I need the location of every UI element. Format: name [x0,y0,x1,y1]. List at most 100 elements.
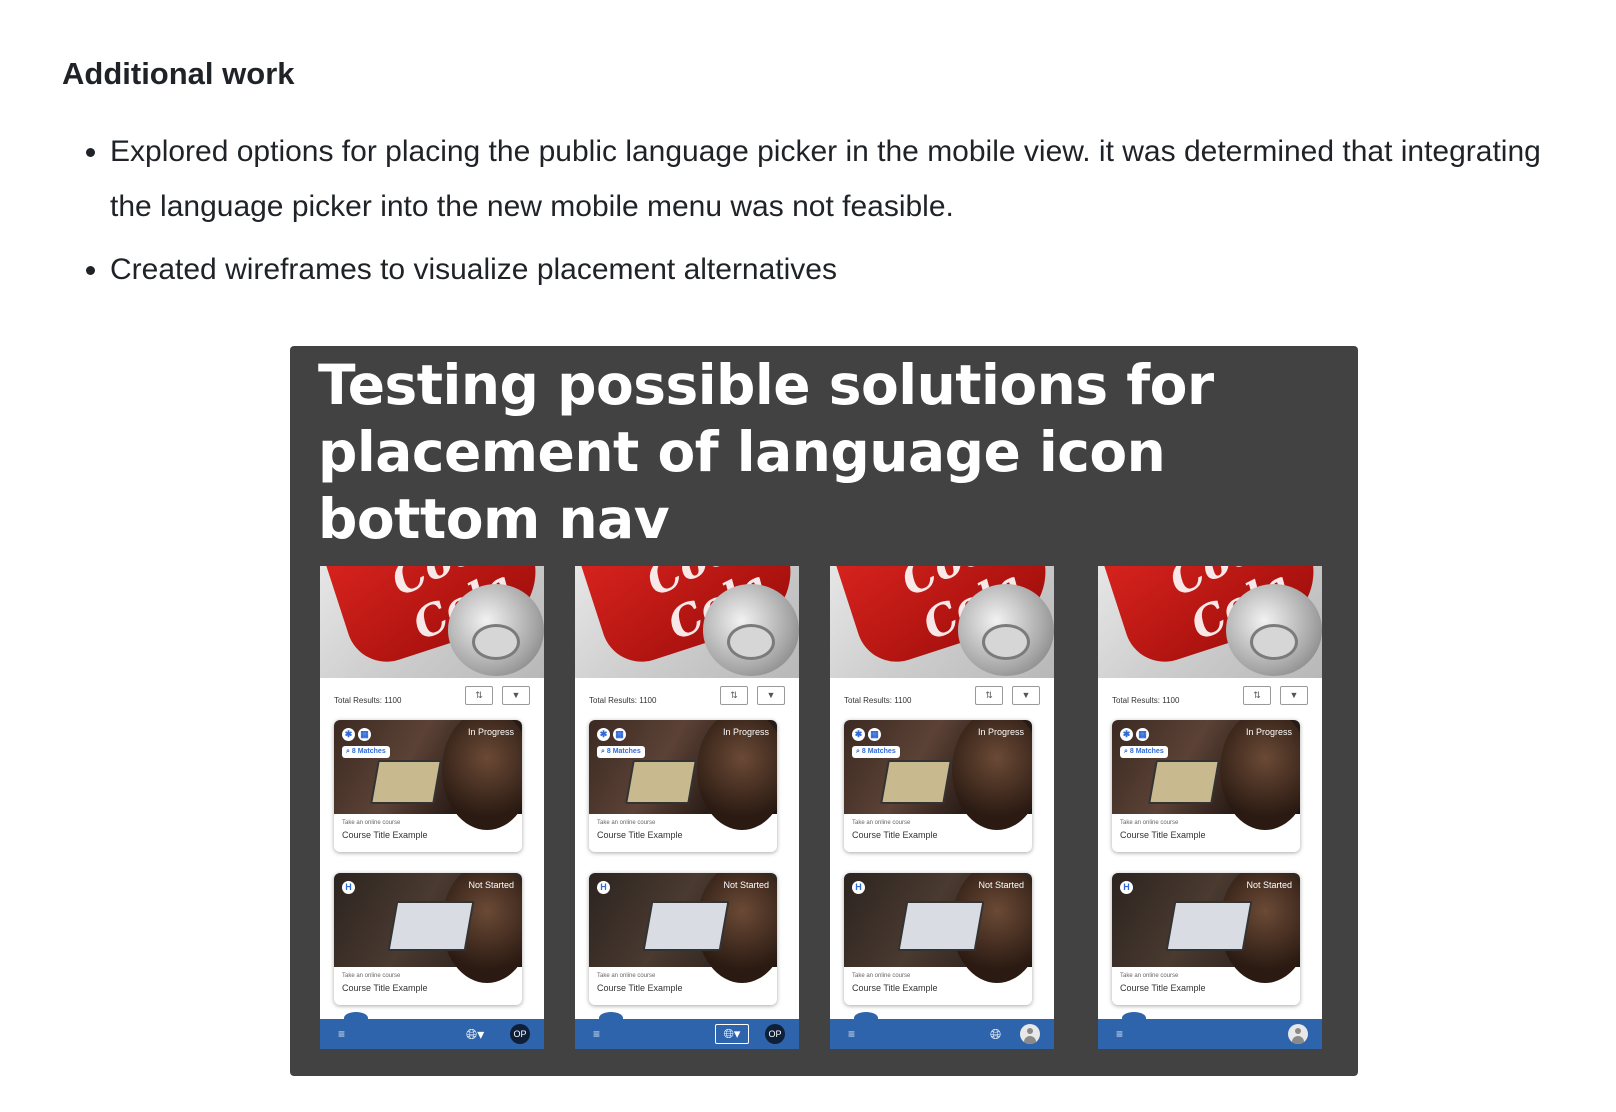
course-card[interactable]: ✱ ▦ ⌕ 8 Matches In Progress Take an onli… [844,720,1032,852]
card-title: Course Title Example [852,983,938,993]
card-subtitle: Take an online course [597,820,656,826]
calendar-icon: ▦ [868,728,881,741]
status-label: Not Started [978,880,1024,890]
course-card[interactable]: H Not Started Take an online course Cour… [844,873,1032,1005]
course-card[interactable]: ✱ ▦ ⌕ 8 Matches In Progress Take an onli… [1112,720,1300,852]
avatar[interactable]: OP [510,1024,530,1044]
results-bar: Total Results: 1100 ⇅ ▼ [830,678,1054,714]
results-bar: Total Results: 1100 ⇅ ▼ [575,678,799,714]
nav-notch [1122,1012,1146,1024]
section-heading: Additional work [62,56,295,91]
figure-title: Testing possible solutions for placement… [318,353,1214,551]
card-title: Course Title Example [342,983,428,993]
status-label: In Progress [977,727,1024,737]
globe-icon[interactable]: 🌐︎▾ [466,1026,484,1042]
hero-image: Coca-Cola [575,566,799,678]
can-tab-graphic [982,624,1030,660]
calendar-icon: ▦ [358,728,371,741]
hybrid-icon: H [1120,881,1133,894]
status-label: In Progress [1245,727,1292,737]
can-tab-graphic [727,624,775,660]
bullet-item: Created wireframes to visualize placemen… [110,242,1590,297]
hamburger-menu-icon[interactable]: ≡ [1116,1027,1123,1041]
can-tab-graphic [472,624,520,660]
total-results: Total Results: 1100 [334,696,402,705]
filter-button[interactable]: ▼ [1012,686,1040,705]
wireframe-figure: Testing possible solutions for placement… [290,346,1358,1076]
matches-badge[interactable]: ⌕ 8 Matches [597,746,645,758]
bullet-list: Explored options for placing the public … [62,124,1590,305]
filter-button[interactable]: ▼ [502,686,530,705]
user-avatar-icon[interactable] [1288,1024,1308,1044]
nav-notch [344,1012,368,1024]
hamburger-menu-icon[interactable]: ≡ [848,1027,855,1041]
bottom-nav: ≡ 🌐︎▾ OP [320,1012,544,1049]
avatar[interactable]: OP [765,1024,785,1044]
hero-image: Coca-Cola [830,566,1054,678]
nav-notch [599,1012,623,1024]
course-card[interactable]: ✱ ▦ ⌕ 8 Matches In Progress Take an onli… [589,720,777,852]
card-subtitle: Take an online course [1120,820,1179,826]
phone-mockup-2: Coca-Cola Total Results: 1100 ⇅ ▼ ✱ ▦ ⌕ … [575,566,799,1049]
card-title: Course Title Example [342,830,428,840]
card-title: Course Title Example [597,830,683,840]
matches-badge[interactable]: ⌕ 8 Matches [1120,746,1168,758]
card-subtitle: Take an online course [597,973,656,979]
course-card[interactable]: H Not Started Take an online course Cour… [334,873,522,1005]
sort-button[interactable]: ⇅ [1243,686,1271,705]
card-subtitle: Take an online course [342,820,401,826]
total-results: Total Results: 1100 [844,696,912,705]
can-tab-graphic [1250,624,1298,660]
card-title: Course Title Example [1120,983,1206,993]
bullet-item: Explored options for placing the public … [110,124,1590,234]
phone-mockup-3: Coca-Cola Total Results: 1100 ⇅ ▼ ✱ ▦ ⌕ … [830,566,1054,1049]
hybrid-icon: H [597,881,610,894]
matches-badge[interactable]: ⌕ 8 Matches [342,746,390,758]
nav-notch [854,1012,878,1024]
asterisk-icon: ✱ [597,728,610,741]
globe-dropdown-icon[interactable]: 🌐︎▾ [715,1024,749,1044]
sort-button[interactable]: ⇅ [465,686,493,705]
asterisk-icon: ✱ [342,728,355,741]
hero-image: Coca-Cola [1098,566,1322,678]
hamburger-menu-icon[interactable]: ≡ [338,1027,345,1041]
asterisk-icon: ✱ [1120,728,1133,741]
card-subtitle: Take an online course [852,973,911,979]
card-subtitle: Take an online course [852,820,911,826]
status-label: In Progress [467,727,514,737]
filter-button[interactable]: ▼ [757,686,785,705]
calendar-icon: ▦ [613,728,626,741]
results-bar: Total Results: 1100 ⇅ ▼ [320,678,544,714]
card-title: Course Title Example [852,830,938,840]
hybrid-icon: H [852,881,865,894]
results-bar: Total Results: 1100 ⇅ ▼ [1098,678,1322,714]
total-results: Total Results: 1100 [589,696,657,705]
status-label: Not Started [468,880,514,890]
course-card[interactable]: ✱ ▦ ⌕ 8 Matches In Progress Take an onli… [334,720,522,852]
hero-image: Coca-Cola [320,566,544,678]
total-results: Total Results: 1100 [1112,696,1180,705]
card-title: Course Title Example [1120,830,1206,840]
user-avatar-icon[interactable] [1020,1024,1040,1044]
sort-button[interactable]: ⇅ [720,686,748,705]
bottom-nav: ≡ 🌐︎▾ OP [575,1012,799,1049]
phone-mockup-4: Coca-Cola Total Results: 1100 ⇅ ▼ ✱ ▦ ⌕ … [1098,566,1322,1049]
card-title: Course Title Example [597,983,683,993]
bottom-nav: ≡ 🌐︎ [830,1012,1054,1049]
calendar-icon: ▦ [1136,728,1149,741]
card-subtitle: Take an online course [342,973,401,979]
asterisk-icon: ✱ [852,728,865,741]
bottom-nav: ≡ [1098,1012,1322,1049]
filter-button[interactable]: ▼ [1280,686,1308,705]
status-label: In Progress [722,727,769,737]
course-card[interactable]: H Not Started Take an online course Cour… [1112,873,1300,1005]
status-label: Not Started [1246,880,1292,890]
hybrid-icon: H [342,881,355,894]
course-card[interactable]: H Not Started Take an online course Cour… [589,873,777,1005]
sort-button[interactable]: ⇅ [975,686,1003,705]
matches-badge[interactable]: ⌕ 8 Matches [852,746,900,758]
card-subtitle: Take an online course [1120,973,1179,979]
hamburger-menu-icon[interactable]: ≡ [593,1027,600,1041]
globe-icon[interactable]: 🌐︎ [990,1026,1001,1042]
status-label: Not Started [723,880,769,890]
